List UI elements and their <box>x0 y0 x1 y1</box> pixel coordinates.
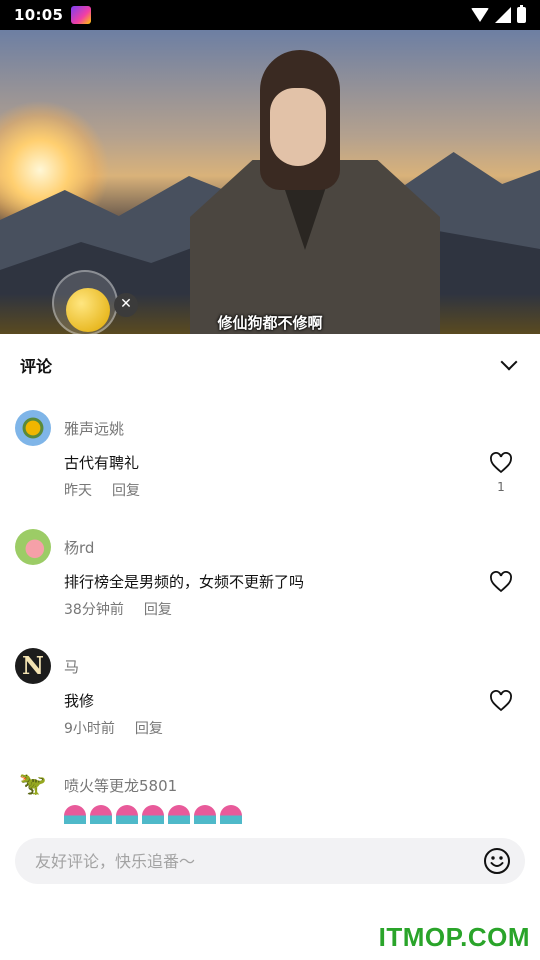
comment-list[interactable]: 雅声远姚 古代有聘礼 昨天 回复 1 杨rd 排行榜全是男频的，女频不更新了吗 … <box>0 396 540 824</box>
sticker-icon <box>220 805 242 824</box>
signal-icon <box>495 7 511 23</box>
comment-meta: 38分钟前 回复 <box>64 599 172 619</box>
app-icon <box>71 6 92 24</box>
status-bar: 10:05 <box>0 0 540 30</box>
sticker-icon <box>168 805 190 824</box>
reward-coin-widget[interactable] <box>52 270 118 336</box>
comment-username[interactable]: 喷火等更龙5801 <box>64 775 177 796</box>
reply-button[interactable]: 回复 <box>144 599 172 619</box>
avatar[interactable] <box>15 529 51 565</box>
sticker-icon <box>194 805 216 824</box>
comment-username[interactable]: 杨rd <box>64 537 94 558</box>
comment-item: N 马 我修 9小时前 回复 <box>0 634 540 753</box>
watermark: ITMOP.COM <box>378 922 530 952</box>
sticker-icon <box>90 805 112 824</box>
comment-input[interactable] <box>35 851 483 871</box>
smile-icon[interactable] <box>483 847 511 875</box>
status-icons <box>471 5 526 23</box>
heart-icon <box>490 452 512 474</box>
avatar[interactable]: N <box>15 648 51 684</box>
comment-item: 雅声远姚 古代有聘礼 昨天 回复 1 <box>0 396 540 515</box>
like-button[interactable] <box>488 690 514 712</box>
status-time: 10:05 <box>14 6 64 24</box>
comments-header: 评论 <box>0 334 540 396</box>
comment-input-bar[interactable] <box>15 838 525 884</box>
reply-button[interactable]: 回复 <box>135 718 163 738</box>
comment-time: 昨天 <box>64 483 92 499</box>
avatar[interactable]: 🦖 <box>15 767 51 803</box>
comment-text: 我修 <box>64 692 95 710</box>
comment-meta: 昨天 回复 <box>64 480 140 500</box>
reply-button[interactable]: 回复 <box>112 480 140 500</box>
heart-icon <box>490 690 512 712</box>
comment-sticker-row <box>64 805 242 824</box>
comment-text: 排行榜全是男频的，女频不更新了吗 <box>64 573 305 591</box>
avatar[interactable] <box>15 410 51 446</box>
comment-username[interactable]: 马 <box>64 656 79 677</box>
battery-icon <box>517 5 526 23</box>
heart-icon <box>490 571 512 593</box>
like-count: 1 <box>497 480 505 494</box>
like-button[interactable] <box>488 571 514 593</box>
chevron-down-icon[interactable] <box>498 354 520 376</box>
like-button[interactable]: 1 <box>488 452 514 494</box>
comment-meta: 9小时前 回复 <box>64 718 163 738</box>
comment-item: 🦖 喷火等更龙5801 <box>0 753 540 824</box>
comments-title: 评论 <box>20 357 53 376</box>
comment-time: 38分钟前 <box>64 602 124 618</box>
close-icon[interactable]: ✕ <box>114 293 138 317</box>
coin-icon <box>66 288 110 332</box>
comment-text: 古代有聘礼 <box>64 454 140 472</box>
comment-item: 杨rd 排行榜全是男频的，女频不更新了吗 38分钟前 回复 <box>0 515 540 634</box>
comment-username[interactable]: 雅声远姚 <box>64 418 124 439</box>
sticker-icon <box>142 805 164 824</box>
sticker-icon <box>116 805 138 824</box>
wifi-icon <box>471 8 489 22</box>
comment-time: 9小时前 <box>64 721 115 737</box>
video-character <box>190 50 440 334</box>
sticker-icon <box>64 805 86 824</box>
